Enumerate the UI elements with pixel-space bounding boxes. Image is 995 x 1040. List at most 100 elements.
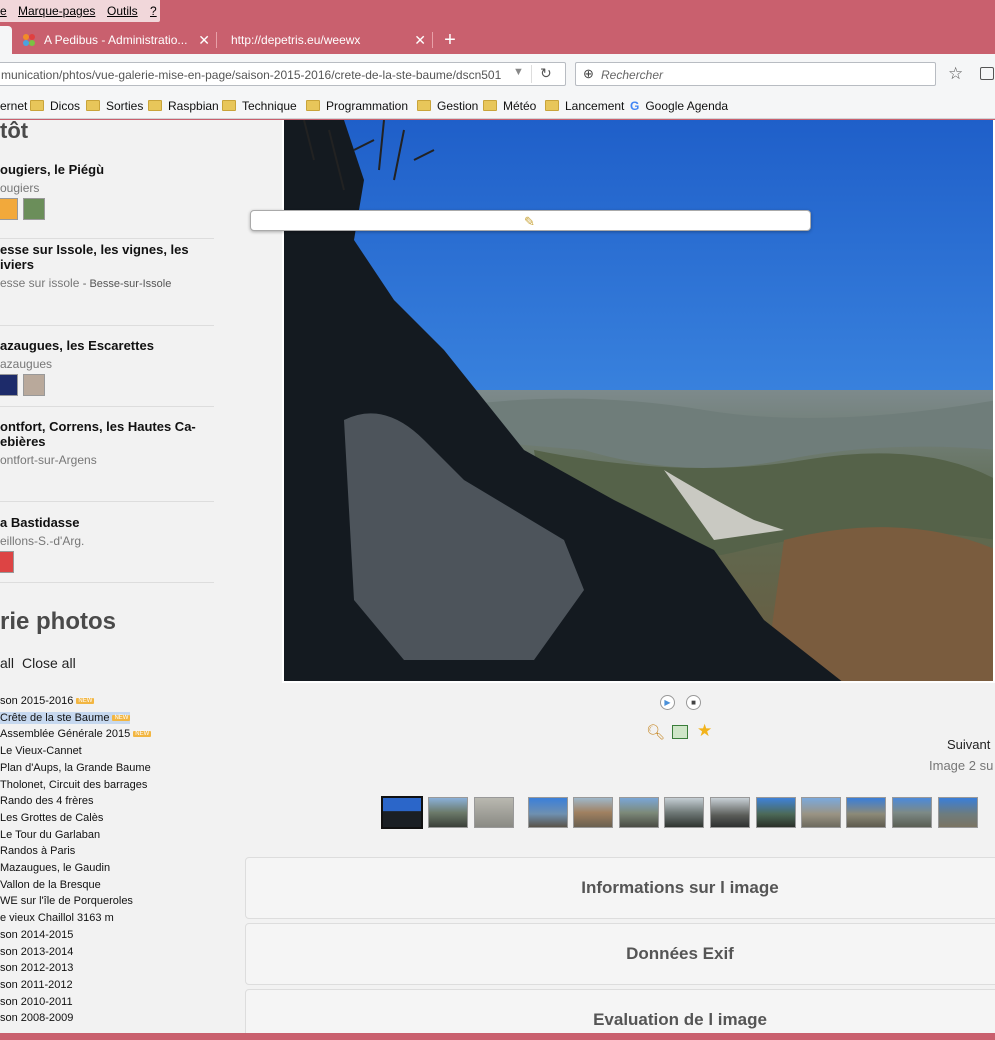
thumbnail[interactable] (619, 797, 659, 828)
gallery-tree-item[interactable]: Crête de la ste Baume NEW (0, 711, 131, 724)
close-icon[interactable]: ✕ (198, 32, 210, 49)
gallery-tree-item[interactable]: WE sur l'île de Porqueroles (0, 895, 133, 907)
thumbnail[interactable] (573, 797, 613, 828)
bookmark-folder-lancement[interactable]: Lancement (545, 99, 624, 113)
menu-item-bookmarks[interactable]: Marque-pages (18, 4, 95, 18)
reload-icon[interactable]: ↻ (540, 65, 552, 82)
bookmark-internet[interactable]: ernet (0, 99, 27, 113)
zoom-icon[interactable]: 🔍︎ (646, 723, 665, 741)
bookmark-star-icon[interactable]: ☆ (948, 64, 963, 84)
thumbnail[interactable] (428, 797, 468, 828)
bookmark-folder-sorties[interactable]: Sorties (86, 99, 143, 113)
activity-icon (0, 198, 18, 220)
gallery-tree-item[interactable]: Les Grottes de Calès (0, 812, 103, 824)
folder-icon (30, 100, 44, 111)
close-all-link[interactable]: Close all (22, 655, 76, 671)
new-badge: NEW (76, 698, 95, 704)
favorite-star-icon[interactable]: ★ (697, 721, 712, 741)
avatar (0, 551, 14, 573)
gallery-tree-item[interactable]: Mazaugues, le Gaudin (0, 862, 110, 874)
event-place: eillons-S.-d'Arg. (0, 534, 85, 548)
thumbnail[interactable] (846, 797, 886, 828)
gallery-tree-item[interactable]: Plan d'Aups, la Grande Baume (0, 762, 151, 774)
image-tooltip: ✎ (250, 210, 811, 231)
folder-icon (148, 100, 162, 111)
menu-item-edit[interactable]: e (0, 4, 7, 18)
folder-icon (545, 100, 559, 111)
image-link-icon[interactable] (672, 725, 688, 739)
search-placeholder: Rechercher (601, 68, 664, 82)
event-title[interactable]: ougiers, le Piégù (0, 162, 104, 177)
thumbnail[interactable] (938, 797, 978, 828)
gallery-tree-item[interactable]: Le Vieux-Cannet (0, 745, 82, 757)
tab-pinned-edge[interactable] (0, 26, 12, 54)
event-title[interactable]: a Bastidasse (0, 515, 80, 530)
event-title[interactable]: azaugues, les Escarettes (0, 338, 154, 353)
play-button[interactable]: ▶ (660, 695, 675, 710)
library-icon[interactable] (980, 67, 994, 80)
next-link[interactable]: Suivant (947, 737, 990, 752)
section-title: tôt (0, 120, 29, 143)
gallery-tree-item[interactable]: Randos à Paris (0, 845, 75, 857)
dropdown-icon[interactable]: ▼ (513, 66, 524, 78)
thumbnail[interactable] (801, 797, 841, 828)
gallery-tree-item[interactable]: son 2014-2015 (0, 929, 73, 941)
gallery-photo[interactable] (282, 120, 995, 683)
gallery-tree-item[interactable]: e vieux Chaillol 3163 m (0, 912, 114, 924)
gallery-tree-item[interactable]: Assemblée Générale 2015 NEW (0, 728, 152, 740)
folder-icon (222, 100, 236, 111)
tab-label: http://depetris.eu/weewx (231, 33, 361, 47)
thumbnail[interactable] (892, 797, 932, 828)
stop-button[interactable]: ■ (686, 695, 701, 710)
gallery-tree-item[interactable]: son 2010-2011 (0, 996, 73, 1008)
bookmark-folder-dicos[interactable]: Dicos (30, 99, 80, 113)
gallery-tree-item[interactable]: son 2015-2016 NEW (0, 695, 95, 707)
search-input[interactable]: ⊕ Rechercher (575, 62, 936, 86)
event-place: azaugues (0, 357, 53, 371)
thumbnail[interactable] (528, 797, 568, 828)
bookmark-google-agenda[interactable]: G Google Agenda (630, 99, 728, 113)
event-place: esse sur issole - Besse-sur-Issole (0, 276, 172, 290)
gallery-tree-item[interactable]: Tholonet, Circuit des barrages (0, 779, 147, 791)
thumbnail[interactable] (381, 796, 423, 829)
bookmark-folder-programmation[interactable]: Programmation (306, 99, 408, 113)
tab-pedibus[interactable]: A Pedibus - Administratio... ✕ (14, 26, 216, 54)
tab-weewx[interactable]: http://depetris.eu/weewx ✕ (222, 26, 432, 54)
folder-icon (483, 100, 497, 111)
navigation-bar: munication/phtos/vue-galerie-mise-en-pag… (0, 54, 995, 94)
rating-panel[interactable]: Evaluation de l image (245, 989, 995, 1033)
thumbnail[interactable] (756, 797, 796, 828)
close-icon[interactable]: ✕ (414, 32, 426, 49)
menu-item-tools[interactable]: Outils (107, 4, 138, 18)
new-badge: NEW (112, 714, 131, 721)
thumbnail[interactable] (474, 797, 514, 828)
thumbnail[interactable] (664, 797, 704, 828)
event-place: ougiers (0, 181, 40, 195)
url-text[interactable]: munication/phtos/vue-galerie-mise-en-pag… (1, 68, 501, 82)
gallery-tree-item[interactable]: Le Tour du Garlaban (0, 829, 100, 841)
bookmark-folder-technique[interactable]: Technique (222, 99, 297, 113)
gallery-tree-item[interactable]: son 2013-2014 (0, 946, 73, 958)
gallery-tree-item[interactable]: Rando des 4 frères (0, 795, 94, 807)
tab-label: A Pedibus - Administratio... (44, 33, 188, 47)
gallery-tree-item[interactable]: son 2011-2012 (0, 979, 73, 991)
folder-icon (86, 100, 100, 111)
menu-item-help[interactable]: ? (150, 4, 157, 18)
event-title[interactable]: ontfort, Correns, les Hautes Ca- ebières (0, 419, 196, 449)
bookmark-folder-meteo[interactable]: Météo (483, 99, 536, 113)
image-info-panel[interactable]: Informations sur l image (245, 857, 995, 919)
exif-panel[interactable]: Données Exif (245, 923, 995, 985)
search-engine-icon[interactable]: ⊕ (583, 66, 594, 82)
bookmark-folder-raspbian[interactable]: Raspbian (148, 99, 219, 113)
thumbnail[interactable] (710, 797, 750, 828)
google-icon: G (630, 99, 640, 113)
new-tab-icon[interactable]: + (438, 26, 462, 54)
open-all-link[interactable]: all (0, 655, 14, 671)
image-counter: Image 2 su (929, 758, 994, 773)
event-title[interactable]: esse sur Issole, les vignes, les iviers (0, 242, 189, 272)
gallery-tree-item[interactable]: son 2008-2009 (0, 1012, 73, 1024)
gallery-tree-item[interactable]: son 2012-2013 (0, 962, 73, 974)
gallery-tree-item[interactable]: Vallon de la Bresque (0, 879, 101, 891)
url-bar[interactable]: munication/phtos/vue-galerie-mise-en-pag… (0, 62, 566, 86)
bookmark-folder-gestion[interactable]: Gestion (417, 99, 478, 113)
